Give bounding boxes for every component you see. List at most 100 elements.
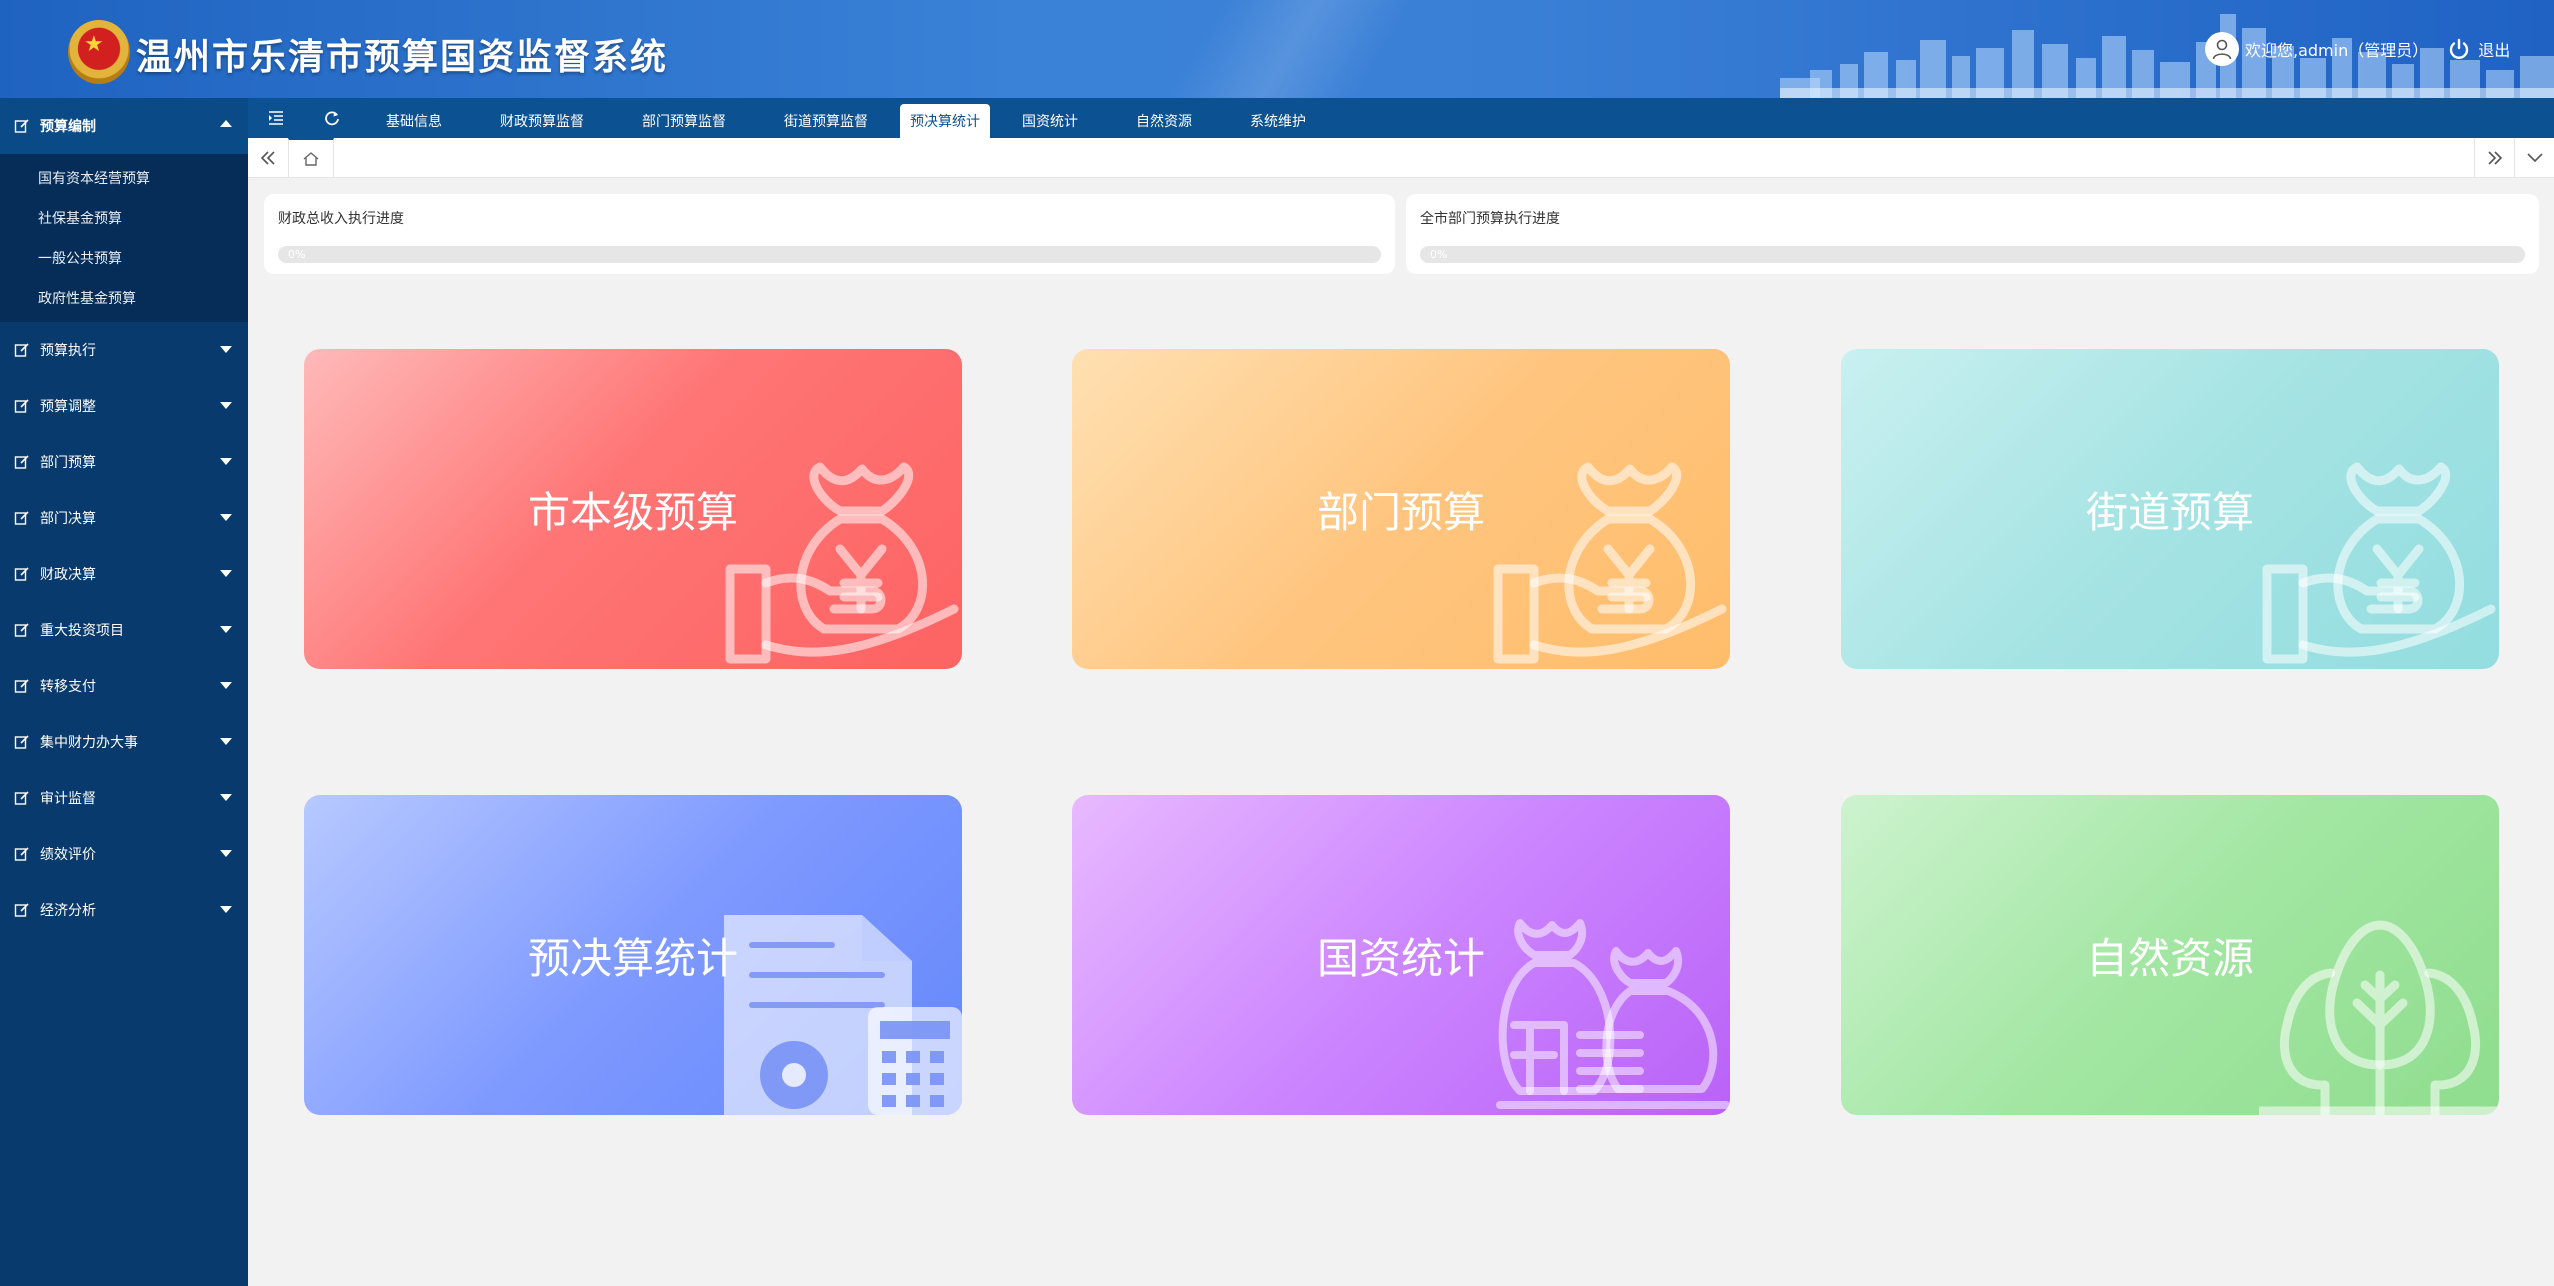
edit-icon bbox=[14, 623, 29, 637]
sidebar-subitem[interactable]: 政府性基金预算 bbox=[0, 278, 248, 318]
sidebar-group-label: 部门决算 bbox=[40, 511, 96, 527]
edit-icon bbox=[14, 399, 29, 413]
sidebar-submenu: 国有资本经营预算 社保基金预算 一般公共预算 政府性基金预算 bbox=[0, 154, 248, 322]
progress-text: 0% bbox=[288, 248, 306, 261]
sidebar-group[interactable]: 绩效评价 bbox=[0, 826, 248, 882]
sidebar-group-label: 重大投资项目 bbox=[40, 623, 124, 639]
sidebar-group[interactable]: 预算调整 bbox=[0, 378, 248, 434]
logout-label: 退出 bbox=[2478, 41, 2511, 60]
card-budget-statistics[interactable]: 预决算统计 bbox=[304, 795, 962, 1115]
card-natural-resources[interactable]: 自然资源 bbox=[1841, 795, 2499, 1115]
sidebar-group[interactable]: 经济分析 bbox=[0, 882, 248, 938]
chevron-down-icon bbox=[220, 402, 232, 409]
sidebar-group[interactable]: 重大投资项目 bbox=[0, 602, 248, 658]
chevron-down-icon bbox=[2526, 153, 2543, 163]
sidebar-group[interactable]: 部门决算 bbox=[0, 490, 248, 546]
edit-icon bbox=[14, 903, 29, 917]
progress-card-revenue: 财政总收入执行进度 0% bbox=[264, 194, 1395, 274]
card-label: 部门预算 bbox=[1316, 487, 1485, 537]
chevron-down-icon bbox=[220, 514, 232, 521]
double-chevron-left-icon bbox=[260, 151, 275, 165]
sidebar-group[interactable]: 转移支付 bbox=[0, 658, 248, 714]
nav-tab[interactable]: 自然资源 bbox=[1110, 104, 1218, 138]
edit-icon bbox=[14, 847, 29, 861]
progress-title: 全市部门预算执行进度 bbox=[1420, 211, 1560, 227]
header-light-beam bbox=[1080, 0, 1500, 98]
chevron-down-icon bbox=[220, 626, 232, 633]
chevron-down-icon bbox=[220, 570, 232, 577]
nav-tab[interactable]: 国资统计 bbox=[996, 104, 1104, 138]
edit-icon bbox=[14, 455, 29, 469]
edit-icon bbox=[14, 567, 29, 581]
sidebar-group-label: 转移支付 bbox=[40, 679, 96, 695]
sidebar-group[interactable]: 集中财力办大事 bbox=[0, 714, 248, 770]
welcome-text: 欢迎您,admin（管理员） bbox=[2245, 41, 2429, 60]
edit-icon bbox=[14, 511, 29, 525]
double-chevron-right-icon bbox=[2487, 151, 2502, 165]
sidebar-group[interactable]: 审计监督 bbox=[0, 770, 248, 826]
progress-text: 0% bbox=[1430, 248, 1448, 261]
nav-tab[interactable]: 财政预算监督 bbox=[474, 104, 610, 138]
sidebar-group-label: 预算调整 bbox=[40, 399, 96, 415]
edit-icon bbox=[14, 735, 29, 749]
sidebar-group-label: 集中财力办大事 bbox=[40, 735, 138, 751]
sidebar-group-label: 经济分析 bbox=[40, 903, 96, 919]
card-state-assets[interactable]: 国资统计 bbox=[1072, 795, 1730, 1115]
sidebar-group[interactable]: 财政决算 bbox=[0, 546, 248, 602]
sidebar-group-label: 预算编制 bbox=[40, 119, 96, 135]
nav-tab[interactable]: 预决算统计 bbox=[900, 104, 990, 138]
home-icon bbox=[303, 152, 319, 166]
edit-icon bbox=[14, 119, 29, 133]
sidebar-subitem[interactable]: 一般公共预算 bbox=[0, 238, 248, 278]
sidebar-group-budget-preparation[interactable]: 预算编制 bbox=[0, 98, 248, 154]
system-title: 温州市乐清市预算国资监督系统 bbox=[136, 36, 669, 78]
sidebar-group-label: 绩效评价 bbox=[40, 847, 96, 863]
edit-icon bbox=[14, 679, 29, 693]
nav-tab[interactable]: 系统维护 bbox=[1224, 104, 1332, 138]
sidebar-group-label: 预算执行 bbox=[40, 343, 96, 359]
nav-tab[interactable]: 基础信息 bbox=[360, 104, 468, 138]
card-street-budget[interactable]: 街道预算 bbox=[1841, 349, 2499, 669]
card-label: 国资统计 bbox=[1316, 933, 1485, 983]
sidebar-group[interactable]: 部门预算 bbox=[0, 434, 248, 490]
progress-bar: 0% bbox=[278, 246, 1381, 263]
sidebar: 预算编制 国有资本经营预算 社保基金预算 一般公共预算 政府性基金预算 预算执行… bbox=[0, 98, 248, 1286]
header: ★ 温州市乐清市预算国资监督系统 欢迎您,admin（管理员） 退出 bbox=[0, 0, 2554, 98]
chevron-down-icon bbox=[220, 738, 232, 745]
card-department-budget[interactable]: 部门预算 bbox=[1072, 349, 1730, 669]
edit-icon bbox=[14, 791, 29, 805]
user-avatar-icon[interactable] bbox=[2205, 32, 2239, 66]
logout-button[interactable]: 退出 bbox=[2448, 37, 2510, 61]
home-tab[interactable] bbox=[288, 138, 334, 178]
nav-tab[interactable]: 部门预算监督 bbox=[616, 104, 752, 138]
tab-options-dropdown[interactable] bbox=[2514, 138, 2554, 178]
power-icon bbox=[2450, 38, 2469, 59]
scroll-tabs-right-button[interactable] bbox=[2474, 138, 2514, 178]
edit-icon bbox=[14, 343, 29, 357]
sidebar-subitem[interactable]: 国有资本经营预算 bbox=[0, 158, 248, 198]
card-label: 自然资源 bbox=[2085, 933, 2254, 983]
card-city-budget[interactable]: 市本级预算 bbox=[304, 349, 962, 669]
indent-icon bbox=[269, 111, 283, 125]
chevron-down-icon bbox=[220, 458, 232, 465]
collapse-menu-button[interactable] bbox=[248, 98, 304, 138]
progress-bar: 0% bbox=[1420, 246, 2525, 263]
top-navigation: 基础信息 财政预算监督 部门预算监督 街道预算监督 预决算统计 国资统计 自然资源 系统维护 bbox=[248, 98, 2554, 138]
card-label: 预决算统计 bbox=[527, 933, 738, 983]
nav-tab[interactable]: 街道预算监督 bbox=[758, 104, 894, 138]
chevron-down-icon bbox=[220, 850, 232, 857]
refresh-button[interactable] bbox=[304, 98, 360, 138]
progress-card-department: 全市部门预算执行进度 0% bbox=[1406, 194, 2539, 274]
sidebar-group[interactable]: 预算执行 bbox=[0, 322, 248, 378]
chevron-down-icon bbox=[220, 682, 232, 689]
scroll-tabs-left-button[interactable] bbox=[248, 138, 288, 178]
user-area: 欢迎您,admin（管理员） 退出 bbox=[2205, 32, 2510, 66]
chevron-down-icon bbox=[220, 346, 232, 353]
sidebar-group-label: 部门预算 bbox=[40, 455, 96, 471]
sidebar-subitem[interactable]: 社保基金预算 bbox=[0, 198, 248, 238]
sidebar-group-label: 审计监督 bbox=[40, 791, 96, 807]
card-label: 市本级预算 bbox=[527, 487, 738, 537]
chevron-down-icon bbox=[220, 906, 232, 913]
chevron-down-icon bbox=[220, 794, 232, 801]
chevron-up-icon bbox=[220, 120, 232, 127]
